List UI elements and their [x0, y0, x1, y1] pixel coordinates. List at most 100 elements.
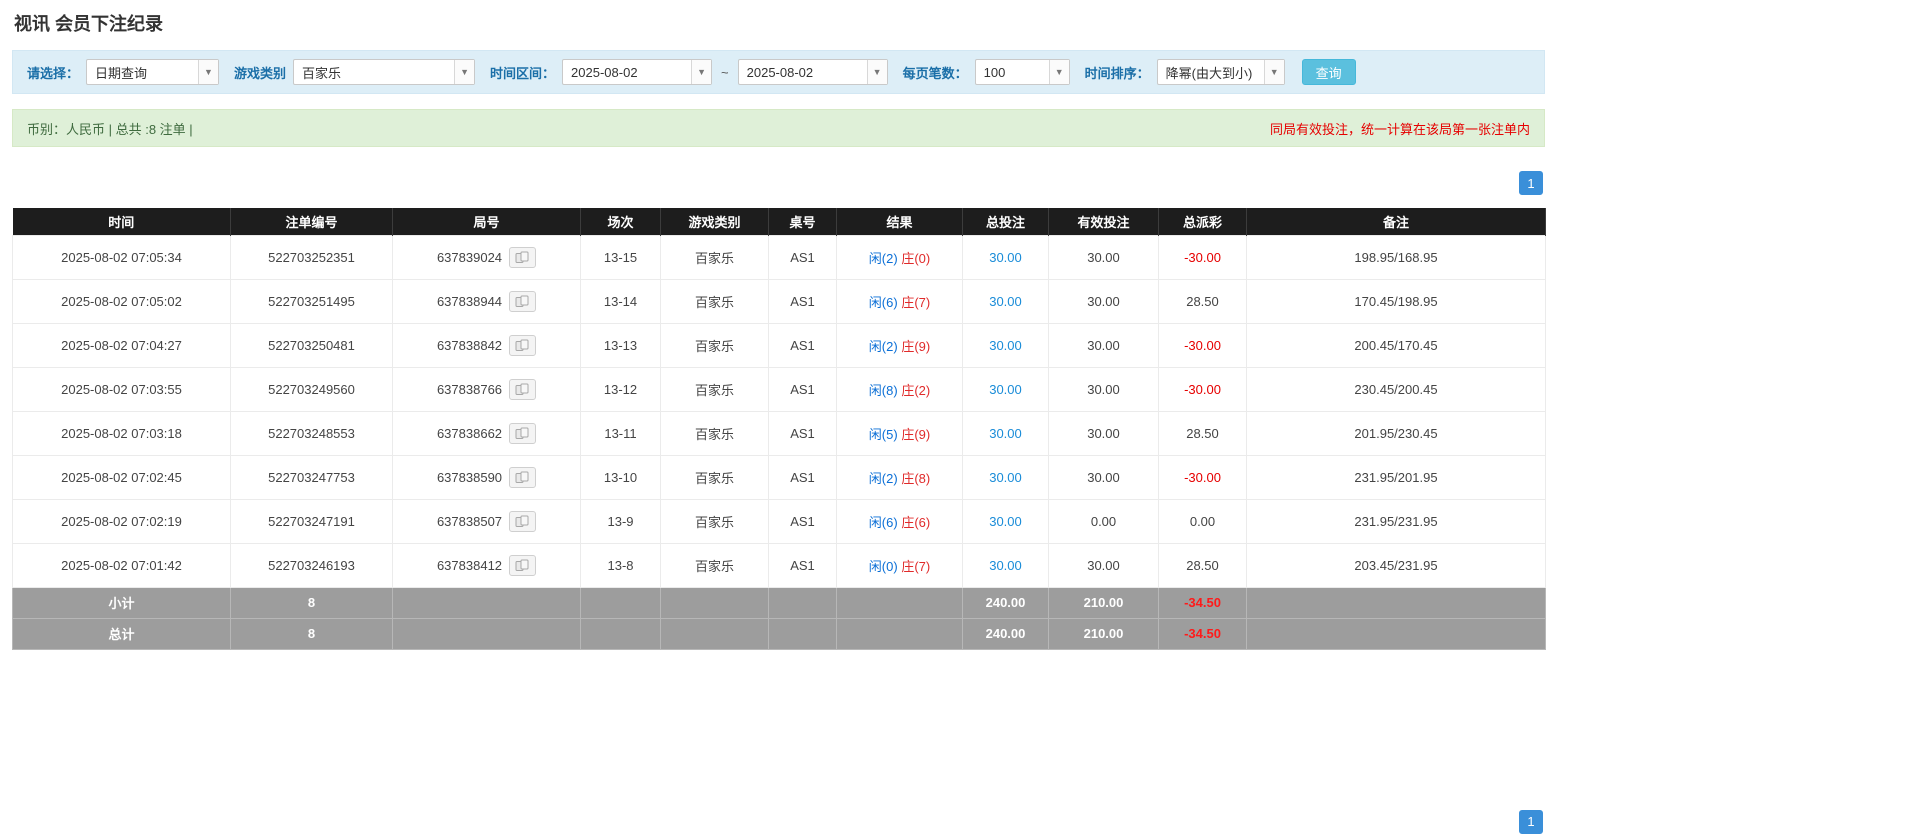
cards-icon[interactable]: [509, 554, 537, 576]
result-player: 闲(2): [868, 338, 898, 354]
summary-note: 同局有效投注，统一计算在该局第一张注单内: [1269, 121, 1530, 137]
cell-result: 闲(6) 庄(7): [836, 278, 963, 324]
cell-time: 2025-08-02 07:02:45: [12, 454, 231, 500]
column-header: 场次: [580, 208, 661, 235]
cell-note: 198.95/168.95: [1246, 234, 1546, 280]
column-header: 备注: [1246, 208, 1546, 235]
bet-records-table: 时间 注单编号 局号 场次 游戏类别 桌号 结果 总投注 有效投注 总派彩 备注 2025-08-0…: [12, 208, 1546, 650]
cell-session: 13-15: [580, 234, 661, 280]
page-title: 视讯 会员下注纪录: [14, 14, 164, 34]
round-id-value: 637838662: [436, 425, 503, 441]
total-bet-link[interactable]: 30.00: [962, 498, 1049, 544]
cards-icon[interactable]: [509, 334, 537, 356]
query-type-select[interactable]: 日期查询 ▼: [86, 59, 220, 85]
total-bet-link[interactable]: 30.00: [962, 542, 1049, 588]
cell-payout: -30.00: [1158, 234, 1247, 280]
cell-valid-bet: 30.00: [1048, 366, 1159, 412]
table-foot: 小计 8 240.00 210.00 -34.50 总计 8 240.00 21…: [12, 586, 1546, 650]
result-player: 闲(5): [868, 426, 898, 442]
chevron-down-icon[interactable]: ▼: [1048, 60, 1069, 84]
total-bet-link[interactable]: 30.00: [962, 234, 1049, 280]
cell-result: 闲(8) 庄(2): [836, 366, 963, 412]
game-type-select[interactable]: 百家乐 ▼: [293, 59, 476, 85]
search-button[interactable]: 查询: [1301, 59, 1356, 85]
result-banker: 庄(9): [901, 426, 931, 442]
column-header: 有效投注: [1048, 208, 1159, 235]
page-button[interactable]: 1: [1519, 171, 1543, 195]
cell-bet-id: 522703247191: [230, 498, 393, 544]
cell-table-no: AS1: [768, 234, 837, 280]
cell-session: 13-13: [580, 322, 661, 368]
cell-bet-id: 522703252351: [230, 234, 393, 280]
cell-table-no: AS1: [768, 542, 837, 588]
cards-icon[interactable]: [509, 290, 537, 312]
cell-table-no: AS1: [768, 454, 837, 500]
cell-round-id: 637838590: [392, 454, 581, 500]
subtotal-label: 小计: [12, 586, 231, 619]
table-row: 2025-08-02 07:05:34 522703252351 6378390…: [12, 234, 1546, 280]
total-bet-link[interactable]: 30.00: [962, 278, 1049, 324]
sort-select[interactable]: 降幂(由大到小) ▼: [1156, 59, 1285, 85]
cell-note: 201.95/230.45: [1246, 410, 1546, 456]
pagination-bottom: 1: [12, 809, 1543, 834]
chevron-down-icon[interactable]: ▼: [454, 60, 475, 84]
table-row: 2025-08-02 07:02:45 522703247753 6378385…: [12, 454, 1546, 500]
cell-bet-id: 522703251495: [230, 278, 393, 324]
table-row: 2025-08-02 07:02:19 522703247191 6378385…: [12, 498, 1546, 544]
cell-session: 13-14: [580, 278, 661, 324]
cards-icon[interactable]: [509, 466, 537, 488]
cell-time: 2025-08-02 07:01:42: [12, 542, 231, 588]
cell-session: 13-11: [580, 410, 661, 456]
page-size-select[interactable]: 100 ▼: [974, 59, 1070, 85]
chevron-down-icon[interactable]: ▼: [198, 60, 219, 84]
cards-icon[interactable]: [509, 422, 537, 444]
cell-time: 2025-08-02 07:02:19: [12, 498, 231, 544]
result-banker: 庄(0): [901, 250, 931, 266]
cards-icon[interactable]: [509, 510, 537, 532]
total-row: 总计 8 240.00 210.00 -34.50: [12, 617, 1546, 650]
date-from-select[interactable]: 2025-08-02 ▼: [562, 59, 713, 85]
page-size-value: 100: [983, 64, 1006, 80]
cell-note: 170.45/198.95: [1246, 278, 1546, 324]
cards-icon[interactable]: [509, 378, 537, 400]
total-bet-link[interactable]: 30.00: [962, 410, 1049, 456]
total-bet-link[interactable]: 30.00: [962, 322, 1049, 368]
cell-game-type: 百家乐: [660, 234, 769, 280]
round-id-value: 637838842: [436, 337, 503, 353]
cell-session: 13-9: [580, 498, 661, 544]
result-banker: 庄(8): [901, 470, 931, 486]
cell-game-type: 百家乐: [660, 454, 769, 500]
cell-note: 230.45/200.45: [1246, 366, 1546, 412]
date-to-select[interactable]: 2025-08-02 ▼: [737, 59, 888, 85]
chevron-down-icon[interactable]: ▼: [691, 60, 712, 84]
cell-result: 闲(2) 庄(9): [836, 322, 963, 368]
table-row: 2025-08-02 07:01:42 522703246193 6378384…: [12, 542, 1546, 588]
date-from-value: 2025-08-02: [571, 64, 638, 80]
cell-result: 闲(2) 庄(8): [836, 454, 963, 500]
chevron-down-icon[interactable]: ▼: [1263, 60, 1284, 84]
cell-game-type: 百家乐: [660, 278, 769, 324]
subtotal-total-bet: 240.00: [962, 586, 1049, 619]
game-type-value: 百家乐: [302, 65, 342, 81]
cell-valid-bet: 30.00: [1048, 234, 1159, 280]
result-player: 闲(8): [868, 382, 898, 398]
cards-icon[interactable]: [509, 246, 537, 268]
round-id-value: 637838944: [436, 293, 503, 309]
cell-valid-bet: 30.00: [1048, 542, 1159, 588]
result-player: 闲(2): [868, 470, 898, 486]
page-button[interactable]: 1: [1519, 809, 1543, 834]
cell-result: 闲(5) 庄(9): [836, 410, 963, 456]
column-header: 时间: [12, 208, 231, 235]
chevron-down-icon[interactable]: ▼: [866, 60, 887, 84]
query-type-value: 日期查询: [95, 65, 148, 81]
cell-session: 13-10: [580, 454, 661, 500]
cell-game-type: 百家乐: [660, 498, 769, 544]
subtotal-row: 小计 8 240.00 210.00 -34.50: [12, 586, 1546, 619]
game-type-label: 游戏类别: [234, 65, 287, 81]
total-bet-link[interactable]: 30.00: [962, 454, 1049, 500]
cell-time: 2025-08-02 07:05:02: [12, 278, 231, 324]
cell-game-type: 百家乐: [660, 322, 769, 368]
total-bet-link[interactable]: 30.00: [962, 366, 1049, 412]
subtotal-payout: -34.50: [1158, 586, 1247, 619]
table-row: 2025-08-02 07:03:55 522703249560 6378387…: [12, 366, 1546, 412]
